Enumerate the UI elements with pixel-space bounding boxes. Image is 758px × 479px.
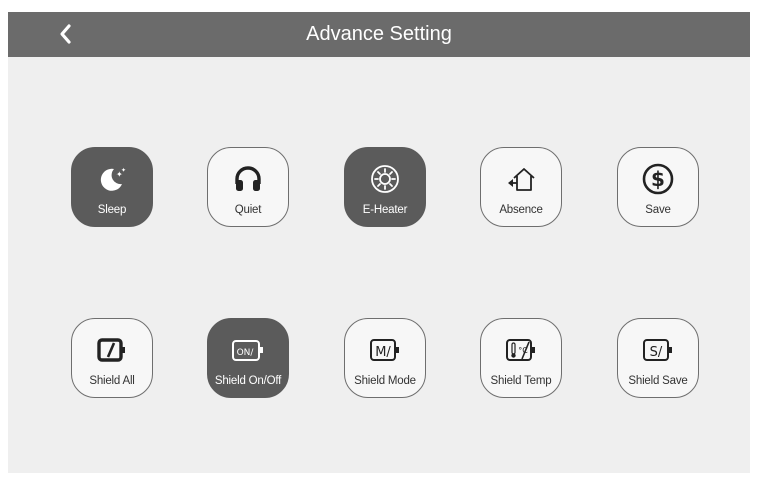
tile-label: Shield Save <box>628 375 688 387</box>
shield-all-button[interactable]: Shield All <box>71 318 153 398</box>
shield-save-icon: S/ <box>643 339 672 361</box>
tile-label: Shield Temp <box>490 375 552 387</box>
header-bar: Advance Setting <box>8 12 750 57</box>
chevron-left-icon <box>60 24 71 44</box>
tile-label: Shield Mode <box>354 375 416 387</box>
tile-label: E-Heater <box>362 204 408 216</box>
tile-label: Quiet <box>234 204 262 216</box>
headphones-icon <box>235 166 261 191</box>
house-arrow-icon <box>508 168 535 191</box>
sleep-button[interactable]: ✦ ✦ Sleep <box>71 147 153 227</box>
svg-text:$: $ <box>651 167 665 191</box>
shield-save-badge: S/ <box>650 345 663 360</box>
tile-label: Shield On/Off <box>214 375 282 387</box>
shield-temp-icon: °C <box>506 339 535 361</box>
shield-mode-button[interactable]: M/ Shield Mode <box>344 318 426 398</box>
shield-all-icon <box>97 338 125 362</box>
shield-save-button[interactable]: S/ Shield Save <box>617 318 699 398</box>
settings-screen: Advance Setting ✦ ✦ Sleep Quiet E-Heater… <box>8 12 750 473</box>
tile-label: Sleep <box>97 204 127 216</box>
shield-on-off-button[interactable]: ON/ Shield On/Off <box>207 318 289 398</box>
shield-mode-icon: M/ <box>370 339 399 361</box>
e-heater-button[interactable]: E-Heater <box>344 147 426 227</box>
back-button[interactable] <box>54 22 78 46</box>
absence-button[interactable]: Absence <box>480 147 562 227</box>
shield-mode-badge: M/ <box>375 345 391 360</box>
tile-label: Save <box>645 204 671 216</box>
tile-label: Shield All <box>89 375 135 387</box>
page-title: Advance Setting <box>306 23 452 45</box>
svg-text:✦: ✦ <box>121 167 126 174</box>
quiet-button[interactable]: Quiet <box>207 147 289 227</box>
tile-label: Absence <box>499 204 543 216</box>
shield-onoff-icon: ON/ <box>232 340 263 361</box>
sun-heater-icon <box>371 165 399 193</box>
shield-onoff-badge: ON/ <box>237 348 255 358</box>
moon-stars-icon: ✦ ✦ <box>100 167 126 191</box>
shield-temp-button[interactable]: °C Shield Temp <box>480 318 562 398</box>
save-button[interactable]: $ Save <box>617 147 699 227</box>
dollar-circle-icon: $ <box>642 163 674 195</box>
